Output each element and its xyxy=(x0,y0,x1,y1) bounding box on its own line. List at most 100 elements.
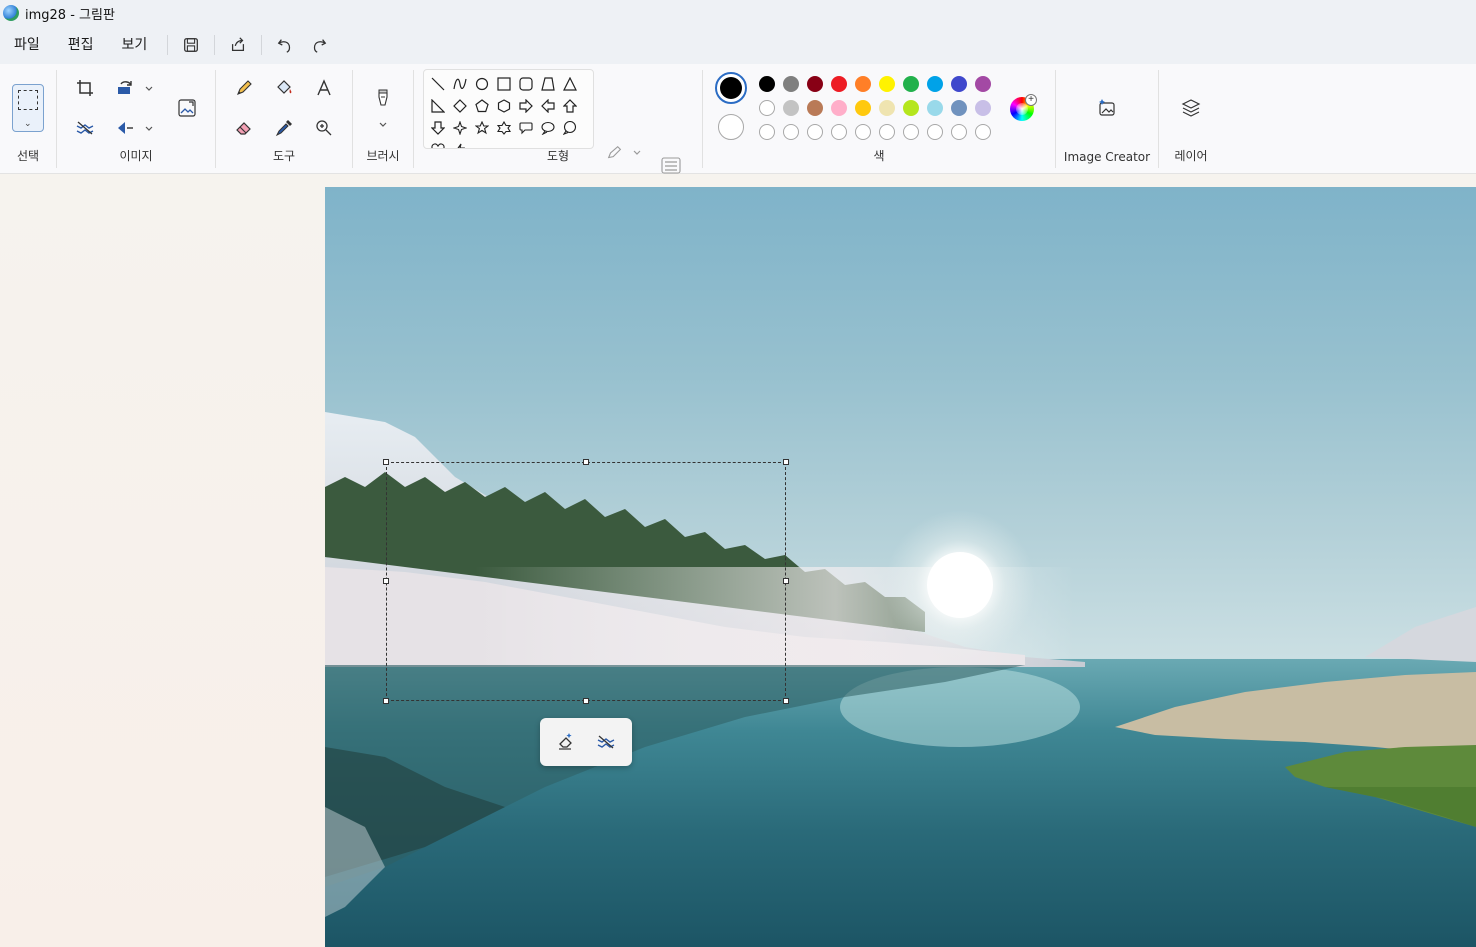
left-arrow-shape-button[interactable] xyxy=(538,96,558,116)
polygon-shape-button[interactable] xyxy=(538,74,558,94)
tools-group: 도구 xyxy=(216,64,352,174)
custom-color-slot[interactable] xyxy=(807,124,823,140)
color-swatch[interactable] xyxy=(951,76,967,92)
chevron-down-icon[interactable] xyxy=(144,124,154,134)
resize-button[interactable] xyxy=(171,92,203,124)
color-swatch[interactable] xyxy=(783,100,799,116)
brush-group: 브러시 xyxy=(353,64,413,174)
custom-color-slot[interactable] xyxy=(783,124,799,140)
selection-handle-top-right[interactable] xyxy=(783,459,789,465)
chevron-down-icon[interactable] xyxy=(632,148,642,158)
image-creator-button[interactable] xyxy=(1091,92,1123,124)
selection-rectangle[interactable] xyxy=(386,462,786,701)
color-swatch[interactable] xyxy=(879,76,895,92)
down-arrow-shape-button[interactable] xyxy=(428,118,448,138)
chevron-down-icon[interactable]: ⌄ xyxy=(24,118,32,129)
curve-shape-button[interactable] xyxy=(450,74,470,94)
chevron-down-icon[interactable] xyxy=(144,84,154,94)
image-creator-group[interactable]: Image Creator xyxy=(1056,64,1158,174)
color-swatch[interactable] xyxy=(927,100,943,116)
rectangle-shape-button[interactable] xyxy=(494,74,514,94)
triangle-shape-button[interactable] xyxy=(560,74,580,94)
selection-tool-button[interactable]: ⌄ xyxy=(12,84,44,132)
color-swatch[interactable] xyxy=(807,100,823,116)
fill-button[interactable] xyxy=(268,72,300,104)
menu-view[interactable]: 보기 xyxy=(108,30,162,60)
rectangular-callout-shape-button[interactable] xyxy=(516,118,536,138)
undo-button[interactable] xyxy=(268,30,302,60)
custom-color-slot[interactable] xyxy=(903,124,919,140)
color-swatch[interactable] xyxy=(855,100,871,116)
remove-background-button[interactable] xyxy=(69,112,101,144)
color-swatch[interactable] xyxy=(879,100,895,116)
color-swatch[interactable] xyxy=(903,100,919,116)
magnifier-button[interactable] xyxy=(308,112,340,144)
selection-handle-bottom-right[interactable] xyxy=(783,698,789,704)
color-swatch[interactable] xyxy=(855,76,871,92)
lightning-shape-button[interactable] xyxy=(450,140,470,148)
custom-color-slot[interactable] xyxy=(759,124,775,140)
pencil-button[interactable] xyxy=(228,72,260,104)
eraser-button[interactable] xyxy=(228,112,260,144)
color-swatch[interactable] xyxy=(975,76,991,92)
secondary-color-button[interactable] xyxy=(718,114,744,140)
color-swatch[interactable] xyxy=(759,76,775,92)
color-swatch[interactable] xyxy=(807,76,823,92)
up-arrow-shape-button[interactable] xyxy=(560,96,580,116)
selection-handle-bottom-left[interactable] xyxy=(383,698,389,704)
color-picker-button[interactable] xyxy=(268,112,300,144)
selection-handle-top-left[interactable] xyxy=(383,459,389,465)
color-swatch[interactable] xyxy=(783,76,799,92)
pentagon-shape-button[interactable] xyxy=(472,96,492,116)
four-point-star-shape-button[interactable] xyxy=(450,118,470,138)
custom-color-slot[interactable] xyxy=(855,124,871,140)
custom-color-slot[interactable] xyxy=(927,124,943,140)
tools-group-label: 도구 xyxy=(272,149,296,163)
custom-color-slot[interactable] xyxy=(831,124,847,140)
selection-handle-right[interactable] xyxy=(783,578,789,584)
text-button[interactable] xyxy=(308,72,340,104)
share-button[interactable] xyxy=(221,30,255,60)
rotate-icon xyxy=(118,81,132,94)
color-swatch[interactable] xyxy=(951,100,967,116)
selection-handle-bottom[interactable] xyxy=(583,698,589,704)
chevron-down-icon[interactable] xyxy=(378,120,388,130)
diamond-shape-button[interactable] xyxy=(450,96,470,116)
shape-outline-button[interactable] xyxy=(600,142,630,164)
line-shape-button[interactable] xyxy=(428,74,448,94)
right-triangle-shape-button[interactable] xyxy=(428,96,448,116)
cloud-callout-shape-button[interactable] xyxy=(560,118,580,138)
layers-button[interactable] xyxy=(1175,92,1207,124)
five-point-star-shape-button[interactable] xyxy=(472,118,492,138)
primary-color-button[interactable] xyxy=(715,72,747,104)
color-swatch[interactable] xyxy=(831,76,847,92)
color-swatch[interactable] xyxy=(903,76,919,92)
remove-background-selection-button[interactable] xyxy=(589,726,623,758)
right-arrow-shape-button[interactable] xyxy=(516,96,536,116)
custom-color-slot[interactable] xyxy=(879,124,895,140)
redo-button[interactable] xyxy=(302,30,336,60)
color-swatch[interactable] xyxy=(831,100,847,116)
custom-color-slot[interactable] xyxy=(951,124,967,140)
menu-file[interactable]: 파일 xyxy=(0,30,54,60)
crop-button[interactable] xyxy=(69,72,101,104)
flip-button[interactable] xyxy=(109,112,141,144)
generative-erase-button[interactable] xyxy=(549,726,583,758)
color-swatch[interactable] xyxy=(759,100,775,116)
save-button[interactable] xyxy=(174,30,208,60)
six-point-star-shape-button[interactable] xyxy=(494,118,514,138)
rounded-rectangle-shape-button[interactable] xyxy=(516,74,536,94)
heart-shape-button[interactable] xyxy=(428,140,448,148)
oval-callout-shape-button[interactable] xyxy=(538,118,558,138)
selection-handle-left[interactable] xyxy=(383,578,389,584)
menu-edit[interactable]: 편집 xyxy=(54,30,108,60)
hexagon-shape-button[interactable] xyxy=(494,96,514,116)
custom-color-slot[interactable] xyxy=(975,124,991,140)
brushes-button[interactable] xyxy=(367,82,399,114)
oval-shape-button[interactable] xyxy=(472,74,492,94)
color-swatch[interactable] xyxy=(975,100,991,116)
layers-group[interactable]: 레이어 xyxy=(1159,64,1223,174)
selection-handle-top[interactable] xyxy=(583,459,589,465)
color-swatch[interactable] xyxy=(927,76,943,92)
rotate-button[interactable] xyxy=(109,72,141,104)
